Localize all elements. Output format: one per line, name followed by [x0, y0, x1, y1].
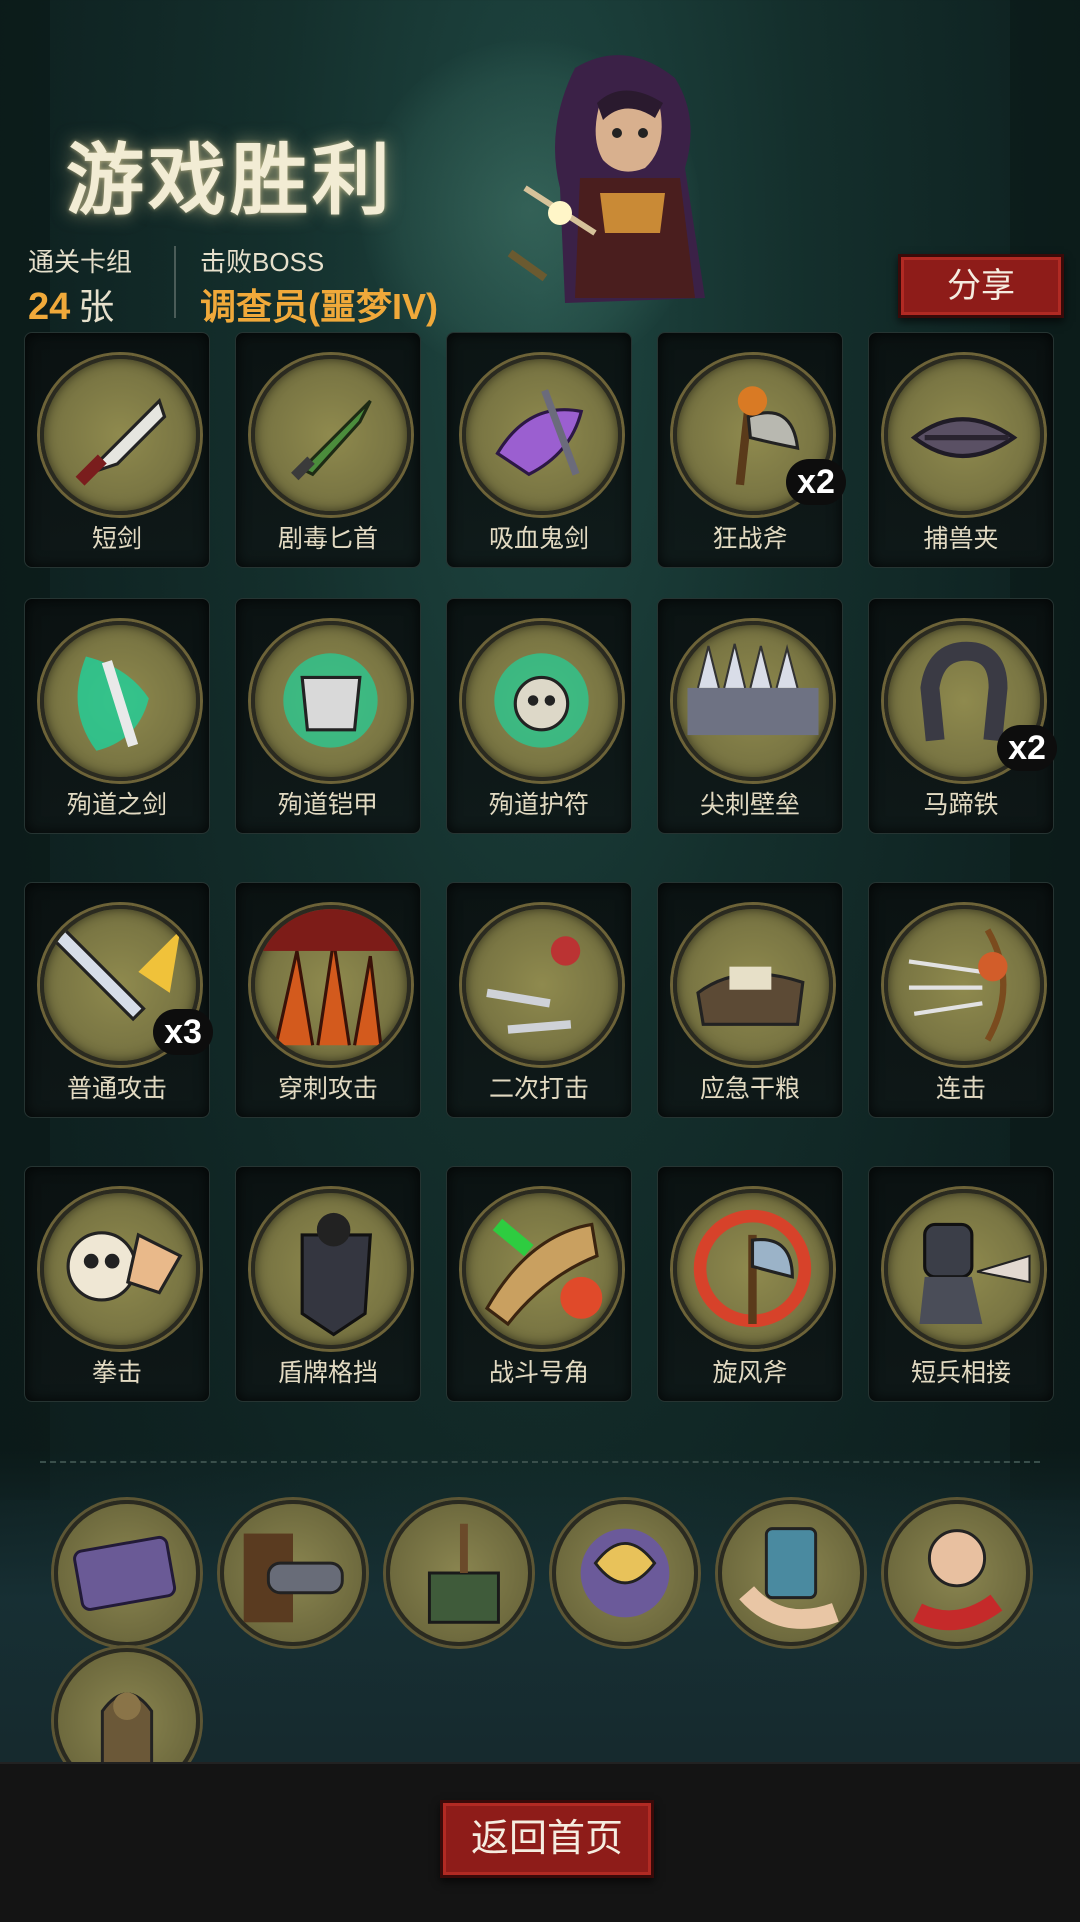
- stat-divider: [174, 246, 176, 318]
- pierce-attack-icon: [251, 905, 411, 1065]
- deck-card[interactable]: 盾牌格挡: [235, 1166, 421, 1402]
- beast-relic-icon[interactable]: [552, 1500, 698, 1646]
- emergency-rations-icon: [673, 905, 833, 1065]
- cleared-deck-count: 24 张: [28, 278, 114, 330]
- deck-card[interactable]: 剧毒匕首: [235, 332, 421, 568]
- close-combat-icon: [884, 1189, 1044, 1349]
- deck-card-label: 短剑: [91, 525, 142, 553]
- deck-card-label: 二次打击: [488, 1075, 589, 1103]
- deck-card[interactable]: 马蹄铁 x2: [868, 598, 1057, 834]
- deck-card-label: 普通攻击: [66, 1075, 167, 1103]
- deck-card-label: 盾牌格挡: [277, 1359, 378, 1387]
- deck-card-label: 尖刺壁垒: [699, 791, 800, 819]
- deck-card[interactable]: 二次打击: [446, 882, 632, 1118]
- deck-card[interactable]: 殉道之剑: [24, 598, 210, 834]
- deck-card-label: 旋风斧: [712, 1359, 788, 1387]
- deck-card[interactable]: 短兵相接: [868, 1166, 1054, 1402]
- deck-card[interactable]: 捕兽夹: [868, 332, 1054, 568]
- spike-wall-icon: [673, 621, 833, 781]
- deck-card[interactable]: 拳击: [24, 1166, 210, 1402]
- cleared-deck-unit: 张: [78, 286, 115, 327]
- deck-card-label: 连击: [935, 1075, 986, 1103]
- deck-card-label: 捕兽夹: [923, 525, 999, 553]
- deck-card[interactable]: 应急干粮: [657, 882, 843, 1118]
- martyr-amulet-icon: [462, 621, 622, 781]
- vampire-sword-icon: [462, 355, 622, 515]
- deck-card-label: 吸血鬼剑: [488, 525, 589, 553]
- deck-card[interactable]: 短剑: [24, 332, 210, 568]
- victory-title: 游戏胜利: [66, 135, 395, 226]
- deck-card-label: 殉道铠甲: [277, 791, 378, 819]
- cleared-deck-number: 24: [28, 286, 71, 328]
- martyr-armor-icon: [251, 621, 411, 781]
- card-hand-relic-icon[interactable]: [718, 1500, 864, 1646]
- ticket-relic-icon[interactable]: [54, 1500, 200, 1646]
- bear-trap-icon: [884, 355, 1044, 515]
- card-count-badge: x3: [153, 1009, 213, 1055]
- return-home-button[interactable]: 返回首页: [440, 1800, 654, 1878]
- deck-card[interactable]: 普通攻击 x3: [24, 882, 213, 1118]
- deck-card-label: 短兵相接: [910, 1359, 1011, 1387]
- deck-card-label: 拳击: [91, 1359, 142, 1387]
- deck-card[interactable]: 战斗号角: [446, 1166, 632, 1402]
- punch-icon: [40, 1189, 200, 1349]
- deck-card[interactable]: 连击: [868, 882, 1054, 1118]
- deck-card[interactable]: 殉道护符: [446, 598, 632, 834]
- deck-card[interactable]: 旋风斧: [657, 1166, 843, 1402]
- defeated-boss-name: 调查员(噩梦IV): [200, 286, 438, 327]
- shield-block-icon: [251, 1189, 411, 1349]
- rank-badge-relic-icon[interactable]: [386, 1500, 532, 1646]
- deck-card[interactable]: 尖刺壁垒: [657, 598, 843, 834]
- short-sword-icon: [40, 355, 200, 515]
- deck-card[interactable]: 吸血鬼剑: [446, 332, 632, 568]
- card-count-badge: x2: [997, 725, 1057, 771]
- deck-card[interactable]: 穿刺攻击: [235, 882, 421, 1118]
- poison-dagger-icon: [251, 355, 411, 515]
- share-button[interactable]: 分享: [898, 254, 1064, 318]
- deck-card[interactable]: 狂战斧 x2: [657, 332, 846, 568]
- laughing-man-relic-icon[interactable]: [884, 1500, 1030, 1646]
- deck-card-label: 剧毒匕首: [277, 525, 378, 553]
- deck-card-label: 马蹄铁: [923, 791, 999, 819]
- martyr-sword-icon: [40, 621, 200, 781]
- card-count-badge: x2: [786, 459, 846, 505]
- cleared-deck-label: 通关卡组: [28, 247, 133, 277]
- section-separator: [40, 1461, 1040, 1463]
- whirlwind-axe-icon: [673, 1189, 833, 1349]
- defeated-boss-label: 击败BOSS: [200, 247, 325, 277]
- deck-card-label: 殉道护符: [488, 791, 589, 819]
- cannon-relic-icon[interactable]: [220, 1500, 366, 1646]
- combo-bow-icon: [884, 905, 1044, 1065]
- deck-card-label: 战斗号角: [488, 1359, 589, 1387]
- deck-card-label: 殉道之剑: [66, 791, 167, 819]
- hero-character-illustration: [507, 55, 705, 304]
- double-strike-icon: [462, 905, 622, 1065]
- war-horn-icon: [462, 1189, 622, 1349]
- deck-card-label: 狂战斧: [712, 525, 788, 553]
- deck-card[interactable]: 殉道铠甲: [235, 598, 421, 834]
- deck-card-label: 应急干粮: [699, 1075, 800, 1103]
- deck-card-label: 穿刺攻击: [277, 1075, 378, 1103]
